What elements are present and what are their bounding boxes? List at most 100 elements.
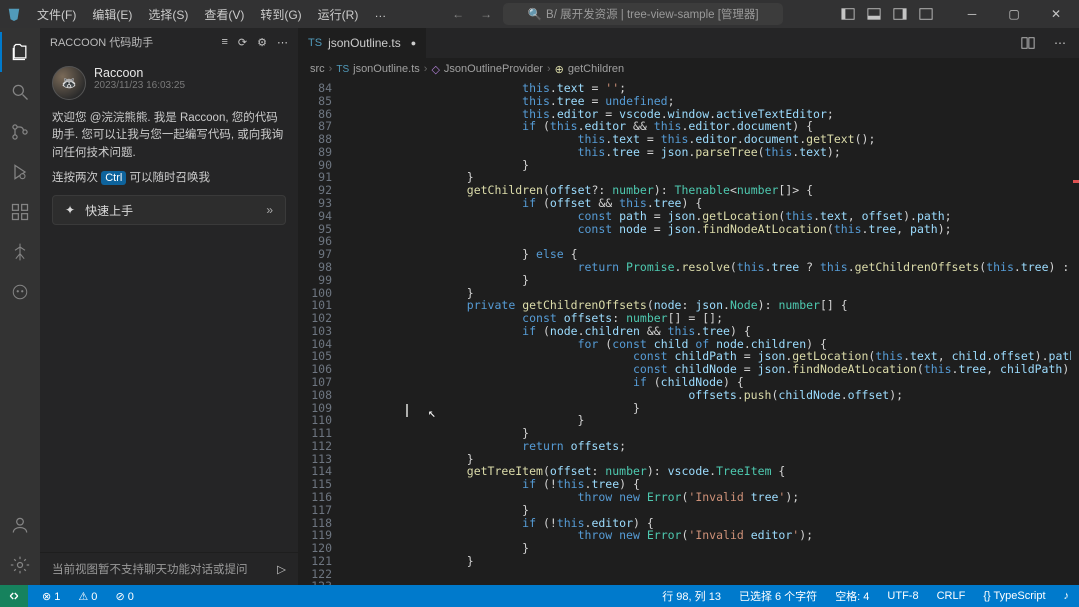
sidebar-more-icon[interactable]: ⋯ [277, 36, 288, 49]
activitybar [0, 28, 40, 585]
assistant-greeting: 欢迎您 @浣浣熊熊. 我是 Raccoon, 您的代码助手. 您可以让我与您一起… [52, 110, 286, 162]
titlebar: 文件(F)编辑(E)选择(S)查看(V)转到(G)运行(R)… ← → 🔍 B/… [0, 0, 1079, 28]
line-gutter: 8485868788899091929394959697989910010110… [298, 80, 344, 585]
activity-scm[interactable] [0, 112, 40, 152]
breadcrumb[interactable]: src › TS jsonOutline.ts › ◇ JsonOutlineP… [298, 58, 1079, 80]
compare-icon[interactable] [1017, 32, 1039, 54]
status-spaces[interactable]: 空格: 4 [831, 588, 873, 604]
activity-settings[interactable] [0, 545, 40, 585]
menu-item-3[interactable]: 查看(V) [197, 3, 251, 26]
window-close[interactable]: ✕ [1037, 0, 1075, 28]
activity-access[interactable] [0, 232, 40, 272]
activity-raccoon[interactable] [0, 272, 40, 312]
code-editor[interactable]: 8485868788899091929394959697989910010110… [298, 80, 1079, 585]
window-max[interactable]: ▢ [995, 0, 1033, 28]
activity-search[interactable] [0, 72, 40, 112]
titlebar-center: ← → 🔍 B/ 展开发资源 | tree-view-sample [管理器] [393, 3, 837, 25]
menu-item-4[interactable]: 转到(G) [253, 3, 308, 26]
code-line[interactable]: } [344, 274, 1071, 287]
chevron-right-icon: » [266, 203, 273, 217]
nav-buttons: ← → [447, 3, 497, 25]
activity-explorer[interactable] [0, 32, 40, 72]
assistant-time: 2023/11/23 16:03:25 [94, 80, 185, 91]
code-line[interactable]: } [344, 555, 1071, 568]
send-icon[interactable]: ▷ [277, 562, 286, 576]
minimap-error-marker [1073, 180, 1079, 183]
hint-post: 可以随时召唤我 [126, 172, 210, 184]
tab-jsonoutline[interactable]: TS jsonOutline.ts [298, 28, 427, 58]
activity-account[interactable] [0, 505, 40, 545]
crumb-class[interactable]: JsonOutlineProvider [444, 63, 543, 75]
menu-item-0[interactable]: 文件(F) [30, 3, 83, 26]
nav-forward[interactable]: → [475, 3, 497, 25]
quickstart-button[interactable]: ✦ 快速上手 » [52, 195, 286, 225]
footer-text: 当前视图暂不支持聊天功能对话或提问 [52, 561, 248, 577]
main: RACCOON 代码助手 ≡ ⟳ ⚙ ⋯ 🦝 Raccoon 2023/11/2… [0, 28, 1079, 585]
layout-bottom-icon[interactable] [863, 3, 885, 25]
code-line[interactable]: } [344, 542, 1071, 555]
code-line[interactable]: throw new Error('Invalid tree'); [344, 491, 1071, 504]
menu-item-2[interactable]: 选择(S) [141, 3, 195, 26]
sidebar-body: 🦝 Raccoon 2023/11/23 16:03:25 欢迎您 @浣浣熊熊.… [40, 56, 298, 552]
menu-item-1[interactable]: 编辑(E) [85, 3, 139, 26]
minimap[interactable] [1071, 80, 1079, 585]
tab-label: jsonOutline.ts [328, 36, 401, 50]
sidebar-list-icon[interactable]: ≡ [221, 36, 227, 49]
sidebar-footer: 当前视图暂不支持聊天功能对话或提问 ▷ [40, 552, 298, 585]
tab-more-icon[interactable]: ⋯ [1049, 32, 1071, 54]
code-line[interactable]: } [344, 427, 1071, 440]
status-port[interactable]: ⊘ 0 [111, 590, 137, 603]
tabbar: TS jsonOutline.ts ⋯ [298, 28, 1079, 58]
activity-run[interactable] [0, 152, 40, 192]
sidebar-title-text: RACCOON 代码助手 [50, 34, 221, 50]
quickstart-label: 快速上手 [85, 202, 133, 219]
search-text: B/ 展开发资源 | tree-view-sample [管理器] [546, 6, 759, 22]
code-line[interactable]: offsets.push(childNode.offset); [344, 389, 1071, 402]
status-eol[interactable]: CRLF [933, 590, 970, 602]
crumb-method[interactable]: getChildren [568, 63, 624, 75]
status-errors[interactable]: ⊗ 1 [38, 590, 64, 603]
nav-back[interactable]: ← [447, 3, 469, 25]
hint-pre: 连按两次 [52, 172, 101, 184]
sidebar-settings-icon[interactable]: ⚙ [257, 36, 267, 49]
hint-kbd: Ctrl [101, 171, 126, 185]
menu-item-6[interactable]: … [367, 3, 393, 26]
code-line[interactable]: this.text = ''; [344, 82, 1071, 95]
sidebar: RACCOON 代码助手 ≡ ⟳ ⚙ ⋯ 🦝 Raccoon 2023/11/2… [40, 28, 298, 585]
sparkle-icon: ✦ [65, 203, 75, 217]
assistant-avatar: 🦝 [52, 66, 86, 100]
menubar: 文件(F)编辑(E)选择(S)查看(V)转到(G)运行(R)… [30, 3, 393, 26]
assistant-hint: 连按两次 Ctrl 可以随时召唤我 [52, 170, 286, 187]
app-icon [4, 4, 24, 24]
editor-area: TS jsonOutline.ts ⋯ src › TS jsonOutline… [298, 28, 1079, 585]
ts-file-icon: TS [308, 37, 322, 49]
crumb-file[interactable]: jsonOutline.ts [353, 63, 420, 75]
sidebar-reload-icon[interactable]: ⟳ [238, 36, 247, 49]
assistant-name: Raccoon [94, 66, 185, 80]
statusbar: ⊗ 1 ⚠ 0 ⊘ 0 行 98, 列 13 已选择 6 个字符 空格: 4 U… [0, 585, 1079, 607]
code-line[interactable]: this.tree = json.parseTree(this.text); [344, 146, 1071, 159]
activity-extensions[interactable] [0, 192, 40, 232]
code-line[interactable]: return Promise.resolve(this.tree ? this.… [344, 261, 1071, 274]
code-line[interactable]: } [344, 504, 1071, 517]
sidebar-title: RACCOON 代码助手 ≡ ⟳ ⚙ ⋯ [40, 28, 298, 56]
status-bell[interactable]: ♪ [1060, 590, 1074, 602]
status-language[interactable]: {} TypeScript [979, 590, 1049, 602]
crumb-src[interactable]: src [310, 63, 325, 75]
menu-item-5[interactable]: 运行(R) [311, 3, 366, 26]
status-encoding[interactable]: UTF-8 [883, 590, 922, 602]
status-selection[interactable]: 已选择 6 个字符 [735, 588, 821, 604]
window-min[interactable]: ─ [953, 0, 991, 28]
search-icon: 🔍 [528, 7, 542, 21]
remote-indicator[interactable] [0, 585, 28, 607]
layout-right-icon[interactable] [889, 3, 911, 25]
assistant-header: 🦝 Raccoon 2023/11/23 16:03:25 [52, 66, 286, 100]
status-warnings[interactable]: ⚠ 0 [74, 590, 101, 603]
code-content[interactable]: this.text = ''; this.tree = undefined; t… [344, 80, 1071, 585]
status-position[interactable]: 行 98, 列 13 [658, 588, 725, 604]
command-center[interactable]: 🔍 B/ 展开发资源 | tree-view-sample [管理器] [503, 3, 783, 25]
customize-icon[interactable] [915, 3, 937, 25]
code-line[interactable]: return offsets; [344, 440, 1071, 453]
titlebar-actions: ─ ▢ ✕ [837, 0, 1075, 28]
layout-left-icon[interactable] [837, 3, 859, 25]
